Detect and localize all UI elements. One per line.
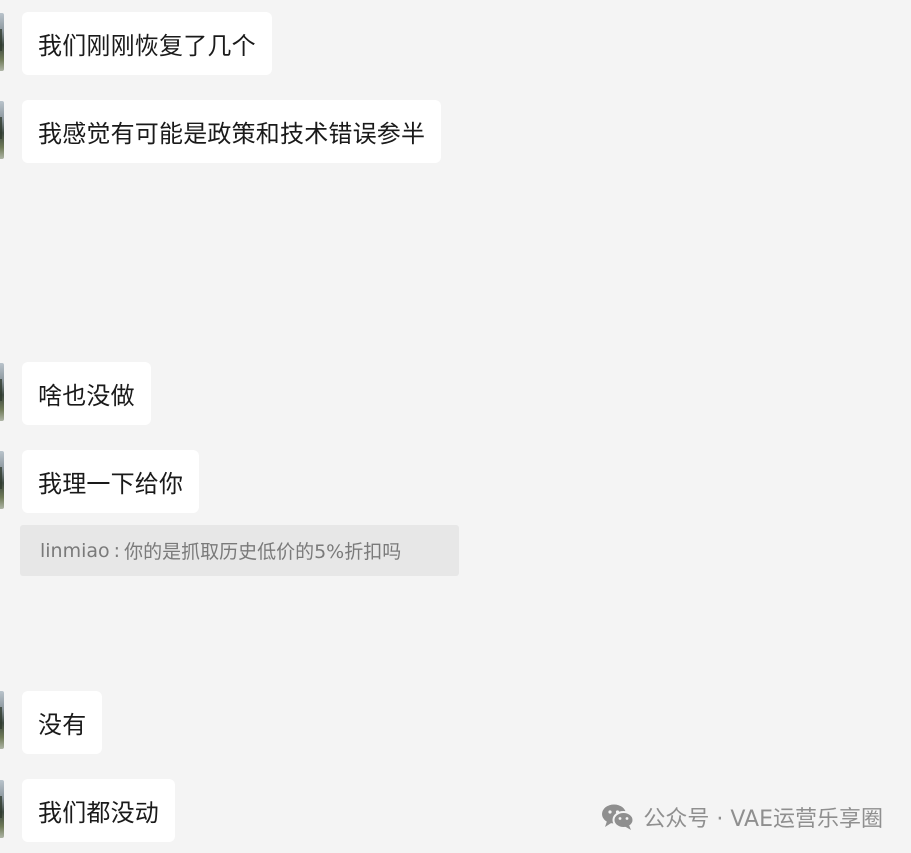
sender-avatar[interactable] — [0, 13, 4, 71]
sender-avatar[interactable] — [0, 780, 4, 838]
watermark: 公众号 · VAE运营乐享圈 — [601, 801, 883, 833]
watermark-text: 公众号 · VAE运营乐享圈 — [643, 807, 883, 832]
quote-separator: : — [113, 539, 121, 562]
sender-avatar[interactable] — [0, 101, 4, 159]
sender-avatar[interactable] — [0, 363, 4, 421]
message-bubble[interactable]: 我们刚刚恢复了几个 — [22, 12, 272, 75]
sender-avatar[interactable] — [0, 691, 4, 749]
message-text: 没有 — [38, 711, 87, 739]
quote-author: linmiao — [40, 539, 110, 562]
wechat-icon — [602, 804, 635, 830]
quote-text: 你的是抓取历史低价的5%折扣吗 — [124, 541, 402, 563]
message-bubble[interactable]: 啥也没做 — [22, 362, 151, 425]
message-text: 我感觉有可能是政策和技术错误参半 — [38, 120, 426, 148]
sender-avatar[interactable] — [0, 451, 4, 509]
message-bubble[interactable]: 我感觉有可能是政策和技术错误参半 — [22, 100, 442, 163]
message-text: 我理一下给你 — [38, 470, 184, 498]
message-text: 我们都没动 — [38, 799, 159, 827]
message-text: 我们刚刚恢复了几个 — [38, 32, 256, 60]
message-bubble[interactable]: 我们都没动 — [22, 779, 175, 842]
quoted-message[interactable]: linmiao : 你的是抓取历史低价的5%折扣吗 — [20, 525, 459, 576]
message-bubble[interactable]: 没有 — [22, 691, 103, 754]
message-bubble[interactable]: 我理一下给你 — [22, 450, 200, 513]
message-text: 啥也没做 — [38, 382, 135, 410]
